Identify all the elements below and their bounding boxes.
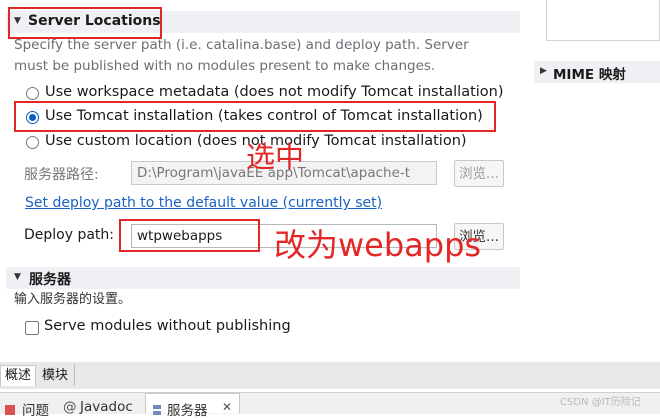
- set-default-deploy-path-link[interactable]: Set deploy path to the default value (cu…: [25, 195, 382, 211]
- deploy-path-label: Deploy path:: [24, 227, 115, 243]
- annotation-change: 改为webapps: [274, 226, 482, 264]
- watermark: CSDN @IT历险记: [560, 397, 641, 408]
- expand-triangle-icon[interactable]: ▶: [540, 66, 547, 76]
- server-path-label: 服务器路径:: [24, 167, 99, 183]
- serve-modules-checkbox[interactable]: [25, 321, 39, 335]
- server-section-description: 输入服务器的设置。: [14, 292, 132, 307]
- editor-area-bottom: [0, 340, 660, 362]
- problems-icon: [4, 401, 16, 420]
- view-tab-problems[interactable]: 问题: [22, 399, 49, 419]
- radio-workspace-metadata[interactable]: [26, 87, 39, 100]
- serve-modules-label: Serve modules without publishing: [44, 318, 291, 334]
- browse-server-path-button[interactable]: 浏览...: [454, 160, 504, 187]
- tab-overview[interactable]: 概述: [0, 365, 37, 386]
- highlight-box-option: [14, 101, 496, 132]
- annotation-select: 选中: [246, 140, 305, 174]
- option-workspace-metadata-label: Use workspace metadata (does not modify …: [45, 84, 504, 100]
- right-panel-box: [546, 0, 660, 41]
- close-icon[interactable]: ✕: [222, 400, 232, 414]
- highlight-box-deploy: [119, 219, 260, 252]
- tab-modules[interactable]: 模块: [38, 366, 72, 386]
- servers-icon: [151, 401, 163, 420]
- collapse-triangle-icon[interactable]: ▼: [14, 272, 21, 282]
- server-section-title: 服务器: [29, 272, 71, 288]
- radio-custom-location[interactable]: [26, 136, 39, 149]
- server-section-header[interactable]: [6, 267, 520, 289]
- mime-section-title: MIME 映射: [553, 67, 626, 83]
- description-line-2: must be published with no modules presen…: [14, 58, 436, 74]
- view-tab-servers[interactable]: 服务器: [167, 399, 208, 419]
- description-line-1: Specify the server path (i.e. catalina.b…: [14, 37, 469, 53]
- tab-divider: [74, 364, 75, 386]
- editor-tab-strip: [0, 362, 660, 389]
